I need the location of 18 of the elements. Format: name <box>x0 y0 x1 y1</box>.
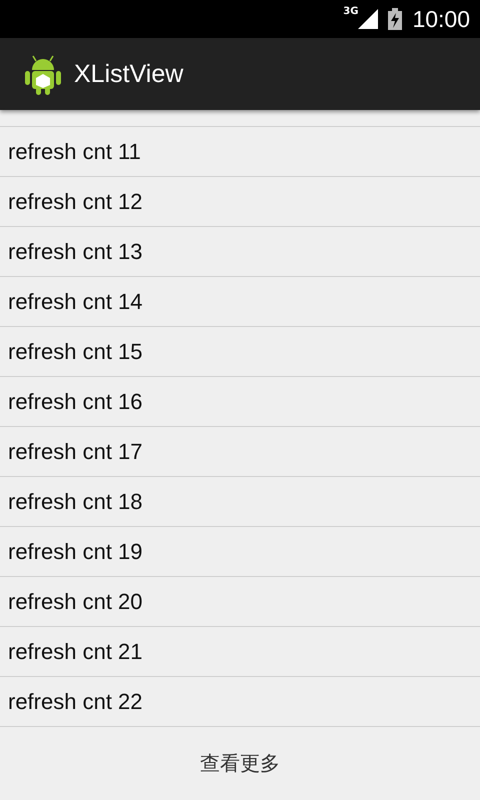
list-item[interactable]: refresh cnt 18 <box>0 477 480 527</box>
list-item[interactable]: refresh cnt 11 <box>0 127 480 177</box>
clock: 10:00 <box>412 6 470 32</box>
list-item[interactable]: refresh cnt 15 <box>0 327 480 377</box>
list-item[interactable]: refresh cnt 16 <box>0 377 480 427</box>
list-item[interactable]: refresh cnt 13 <box>0 227 480 277</box>
battery-charging-icon <box>388 8 402 30</box>
list-item[interactable]: refresh cnt 17 <box>0 427 480 477</box>
list-item[interactable]: refresh cnt 20 <box>0 577 480 627</box>
app-title: XListView <box>74 60 184 88</box>
signal-icon <box>358 9 378 29</box>
list-item[interactable]: refresh cnt 19 <box>0 527 480 577</box>
list-item[interactable]: refresh cnt 12 <box>0 177 480 227</box>
network-type: 3G <box>343 6 358 17</box>
list-item[interactable]: refresh cnt 21 <box>0 627 480 677</box>
list-item[interactable]: refresh cnt 14 <box>0 277 480 327</box>
list-item[interactable]: refresh cnt 22 <box>0 677 480 727</box>
load-more-button[interactable]: 查看更多 <box>0 727 480 800</box>
